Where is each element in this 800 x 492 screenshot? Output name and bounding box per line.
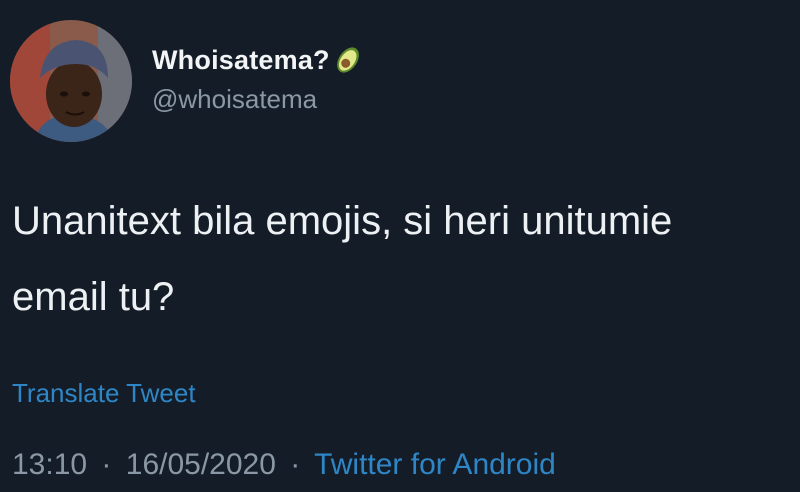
tweet-meta: 13:10 · 16/05/2020 · Twitter for Android [12, 448, 556, 482]
tweet-text: Unanitext bila emojis, si heri unitumie … [12, 183, 800, 335]
tweet-date[interactable]: 16/05/2020 [126, 448, 276, 481]
tweet-text-line: Unanitext bila emojis, si heri unitumie [12, 199, 673, 243]
avatar[interactable] [10, 20, 132, 142]
user-handle[interactable]: @whoisatema [152, 84, 317, 115]
meta-separator: · [101, 448, 112, 481]
display-name[interactable]: Whoisatema? [152, 45, 330, 76]
avocado-icon [333, 45, 363, 80]
tweet-source-link[interactable]: Twitter for Android [314, 448, 556, 481]
display-name-row: Whoisatema? [152, 40, 363, 80]
meta-separator: · [290, 448, 301, 481]
tweet-text-line: email tu? [12, 275, 175, 319]
tweet-card: Whoisatema? @whoisatema Unanitext bila e… [0, 0, 800, 492]
translate-tweet-link[interactable]: Translate Tweet [12, 378, 196, 409]
tweet-time[interactable]: 13:10 [12, 448, 87, 481]
